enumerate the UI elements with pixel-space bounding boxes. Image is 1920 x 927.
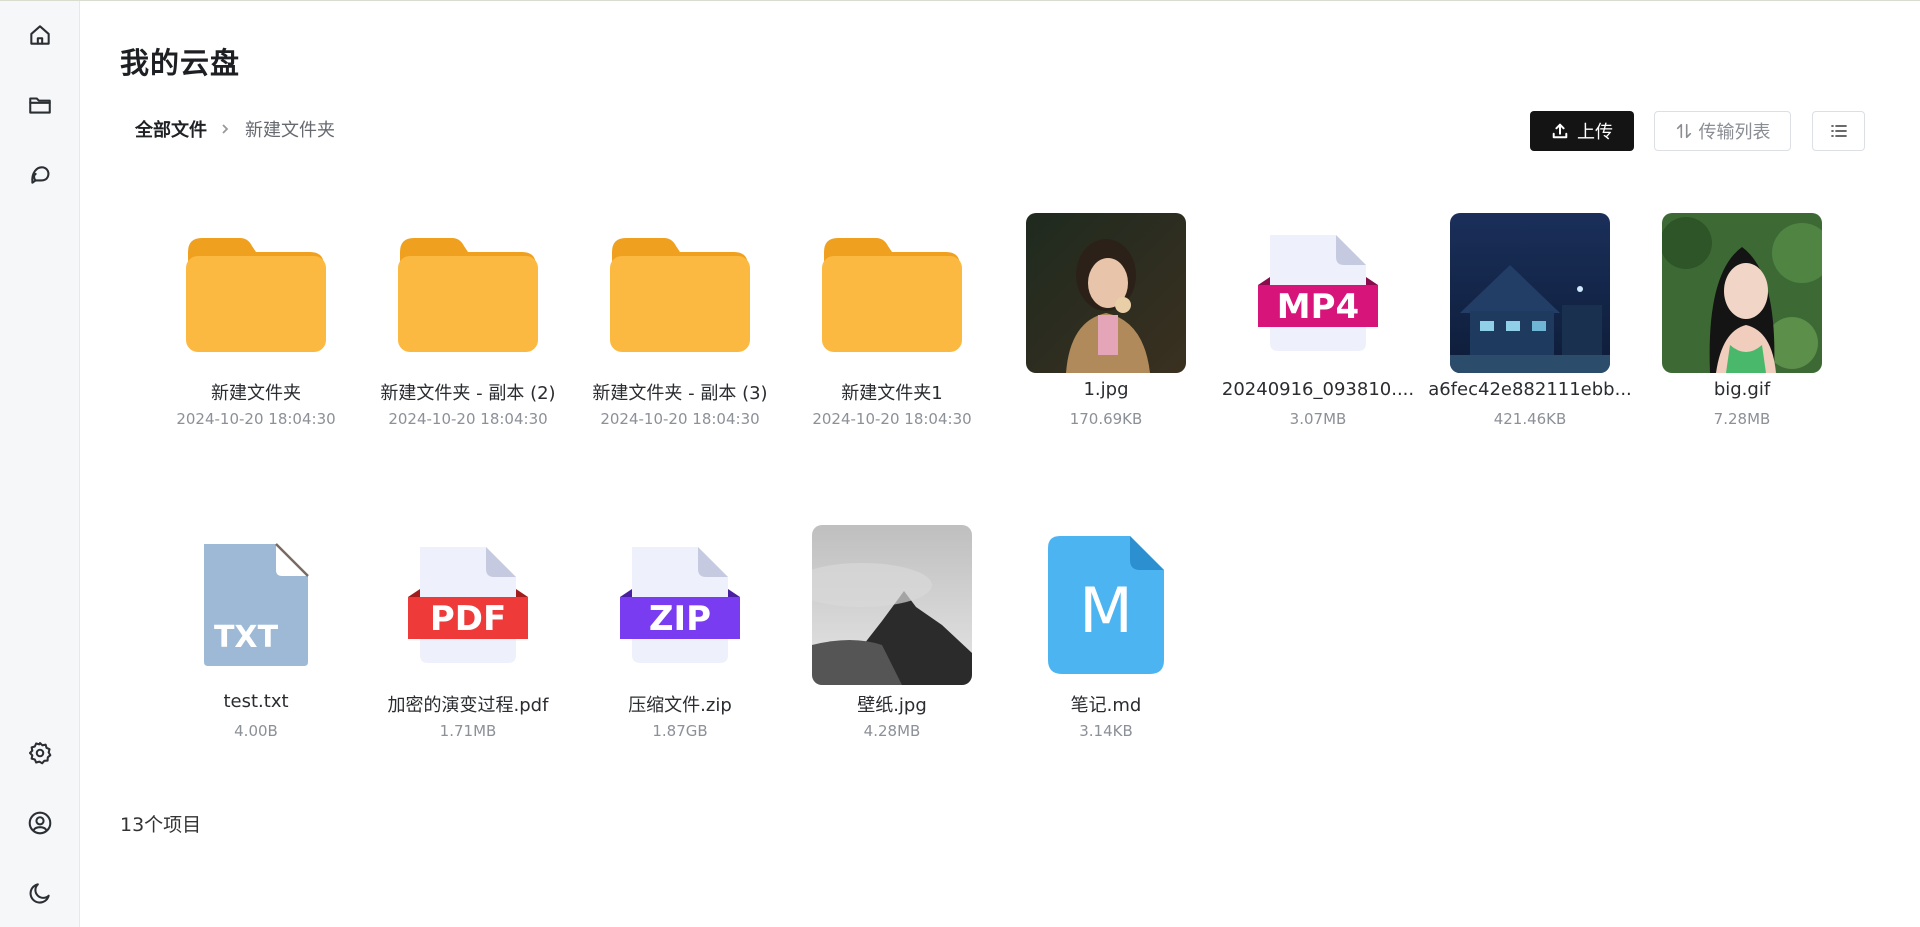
file-badge: MP4 (1277, 287, 1359, 327)
list-icon (1830, 125, 1847, 137)
folder-icon (176, 213, 336, 373)
top-border (0, 0, 1920, 1)
file-meta: 2024-10-20 18:04:30 (600, 410, 760, 428)
folder-icon (29, 97, 51, 114)
file-item-image[interactable]: a6fec42e882111ebb... 421.46KB (1414, 213, 1632, 473)
file-meta: 3.14KB (1079, 722, 1133, 740)
file-item-image[interactable]: 1.jpg 170.69KB (990, 213, 1190, 473)
file-item-folder[interactable]: 新建文件夹1 2024-10-20 18:04:30 (776, 213, 976, 473)
image-thumbnail (1450, 213, 1610, 373)
sidebar-item-theme[interactable] (22, 875, 58, 911)
folder-icon (812, 213, 972, 373)
file-name: 新建文件夹1 (841, 383, 943, 404)
file-meta: 2024-10-20 18:04:30 (812, 410, 972, 428)
sidebar-item-files[interactable] (22, 87, 58, 123)
transfer-list-label: 传输列表 (1698, 122, 1771, 143)
file-meta: 3.07MB (1289, 410, 1347, 428)
file-meta: 1.87GB (652, 722, 708, 740)
chevron-right-icon (219, 122, 233, 136)
file-item-text[interactable]: TXT test.txt 4.00B (140, 525, 340, 785)
file-item-folder[interactable]: 新建文件夹 2024-10-20 18:04:30 (140, 213, 340, 473)
breadcrumb-current: 新建文件夹 (245, 120, 335, 141)
file-item-folder[interactable]: 新建文件夹 - 副本 (2) 2024-10-20 18:04:30 (352, 213, 556, 473)
sidebar-item-profile[interactable] (22, 805, 58, 841)
transfer-list-button[interactable]: 传输列表 (1654, 111, 1791, 151)
markdown-file-icon: M (1026, 525, 1186, 685)
breadcrumb-root[interactable]: 全部文件 (135, 116, 207, 142)
file-meta: 7.28MB (1713, 410, 1771, 428)
item-count: 13个项目 (120, 814, 202, 836)
user-icon (28, 811, 52, 835)
sidebar-item-settings[interactable] (22, 735, 58, 771)
file-badge: PDF (430, 599, 506, 639)
file-name: 压缩文件.zip (628, 695, 732, 716)
page-title: 我的云盘 (120, 46, 241, 80)
sidebar-item-chat[interactable] (22, 157, 58, 193)
mp4-file-icon: MP4 (1238, 213, 1398, 373)
file-name: a6fec42e882111ebb... (1428, 379, 1632, 400)
file-meta: 4.28MB (863, 722, 921, 740)
upload-button-label: 上传 (1577, 122, 1613, 143)
file-name: test.txt (223, 691, 289, 712)
file-name: 新建文件夹 - 副本 (2) (380, 383, 556, 404)
file-badge: ZIP (649, 599, 711, 639)
image-thumbnail (1026, 213, 1186, 373)
file-item-markdown[interactable]: M 笔记.md 3.14KB (990, 525, 1190, 785)
file-item-image[interactable]: big.gif 7.28MB (1626, 213, 1826, 473)
file-name: 加密的演变过程.pdf (387, 695, 549, 716)
file-item-image[interactable]: 壁纸.jpg 4.28MB (776, 525, 976, 785)
file-name: 壁纸.jpg (857, 695, 927, 716)
upload-button[interactable]: 上传 (1530, 111, 1634, 151)
sidebar-item-home[interactable] (22, 17, 58, 53)
folder-icon (388, 213, 548, 373)
chat-icon (31, 166, 50, 184)
list-view-toggle[interactable] (1812, 111, 1865, 151)
settings-icon (29, 742, 52, 765)
home-icon (30, 25, 50, 45)
file-meta: 4.00B (234, 722, 278, 740)
file-meta: 1.71MB (439, 722, 497, 740)
image-thumbnail (812, 525, 972, 685)
txt-file-icon: TXT (176, 525, 336, 685)
file-meta: 170.69KB (1069, 410, 1143, 428)
file-meta: 2024-10-20 18:04:30 (176, 410, 336, 428)
zip-file-icon: ZIP (600, 525, 760, 685)
file-item-archive[interactable]: ZIP 压缩文件.zip 1.87GB (564, 525, 764, 785)
file-item-pdf[interactable]: PDF 加密的演变过程.pdf 1.71MB (352, 525, 552, 785)
file-item-video[interactable]: MP4 20240916_093810.... 3.07MB (1202, 213, 1414, 473)
file-name: big.gif (1713, 379, 1771, 400)
moon-icon (29, 883, 50, 904)
image-thumbnail (1662, 213, 1822, 373)
upload-icon (1552, 123, 1568, 139)
file-name: 1.jpg (1083, 379, 1129, 400)
breadcrumb: 全部文件 新建文件夹 (135, 117, 335, 141)
file-meta: 421.46KB (1493, 410, 1567, 428)
file-name: 新建文件夹 - 副本 (3) (592, 383, 768, 404)
folder-icon (600, 213, 760, 373)
pdf-file-icon: PDF (388, 525, 548, 685)
file-name: 笔记.md (1070, 695, 1142, 716)
file-item-folder[interactable]: 新建文件夹 - 副本 (3) 2024-10-20 18:04:30 (564, 213, 768, 473)
file-meta: 2024-10-20 18:04:30 (388, 410, 548, 428)
file-badge: TXT (214, 620, 279, 655)
file-name: 新建文件夹 (211, 383, 301, 404)
sidebar (0, 1, 80, 927)
file-badge: M (1079, 574, 1133, 647)
file-name: 20240916_093810.... (1221, 379, 1415, 400)
transfer-icon (1676, 123, 1691, 139)
